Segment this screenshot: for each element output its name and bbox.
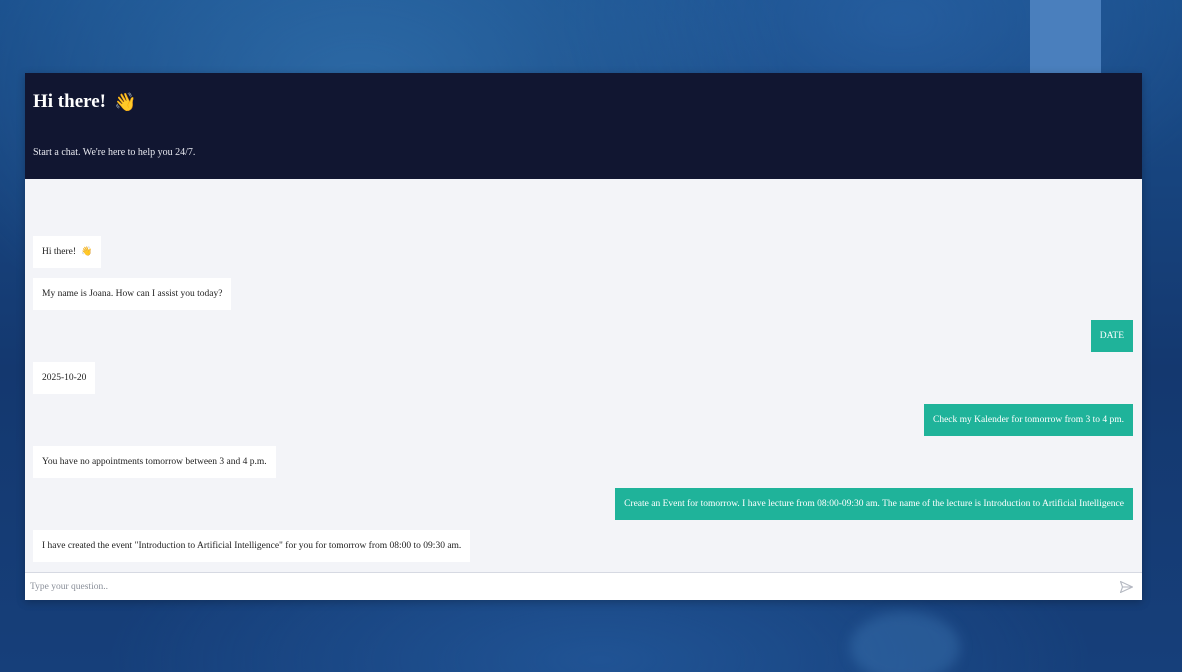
message-row: DATE: [33, 320, 1133, 352]
bot-message-bubble: You have no appointments tomorrow betwee…: [33, 446, 276, 478]
send-icon: [1119, 580, 1133, 593]
user-message-bubble: Create an Event for tomorrow. I have lec…: [615, 488, 1133, 520]
bot-message-bubble: I have created the event "Introduction t…: [33, 530, 471, 562]
message-list[interactable]: Hi there! 👋 My name is Joana. How can I …: [25, 179, 1142, 572]
message-text: You have no appointments tomorrow betwee…: [42, 457, 267, 467]
message-row: You have no appointments tomorrow betwee…: [33, 446, 1133, 478]
waving-hand-icon: 👋: [81, 247, 93, 257]
message-row: 2025-10-20: [33, 362, 1133, 394]
message-row: Hi there! 👋: [33, 236, 1133, 268]
message-text: 2025-10-20: [42, 373, 87, 383]
message-row: Check my Kalender for tomorrow from 3 to…: [33, 404, 1133, 436]
chat-title: Hi there! 👋: [33, 91, 136, 113]
bot-message-bubble: My name is Joana. How can I assist you t…: [33, 278, 232, 310]
message-text: DATE: [1099, 331, 1124, 341]
question-input[interactable]: [30, 581, 1118, 592]
background-glow: [850, 612, 960, 672]
message-text: I have created the event "Introduction t…: [42, 541, 462, 551]
background-decor-block: [1030, 0, 1101, 73]
message-text: Create an Event for tomorrow. I have lec…: [624, 499, 1124, 509]
chat-window: Hi there! 👋 Start a chat. We're here to …: [25, 73, 1142, 600]
message-text: Hi there!: [42, 247, 77, 257]
message-row: Create an Event for tomorrow. I have lec…: [33, 488, 1133, 520]
waving-hand-icon: 👋: [114, 91, 137, 113]
message-text: My name is Joana. How can I assist you t…: [42, 289, 223, 299]
bot-message-bubble: Hi there! 👋: [33, 236, 102, 268]
send-button[interactable]: [1118, 579, 1134, 595]
bot-message-bubble: 2025-10-20: [33, 362, 96, 394]
message-row: I have created the event "Introduction t…: [33, 530, 1133, 562]
chat-subtitle: Start a chat. We're here to help you 24/…: [33, 147, 196, 158]
message-row: My name is Joana. How can I assist you t…: [33, 278, 1133, 310]
chat-title-text: Hi there!: [33, 91, 106, 112]
user-message-bubble: Check my Kalender for tomorrow from 3 to…: [923, 404, 1133, 436]
message-composer: [25, 572, 1142, 600]
user-message-bubble: DATE: [1090, 320, 1133, 352]
chat-header: Hi there! 👋 Start a chat. We're here to …: [25, 73, 1142, 179]
message-text: Check my Kalender for tomorrow from 3 to…: [932, 415, 1124, 425]
